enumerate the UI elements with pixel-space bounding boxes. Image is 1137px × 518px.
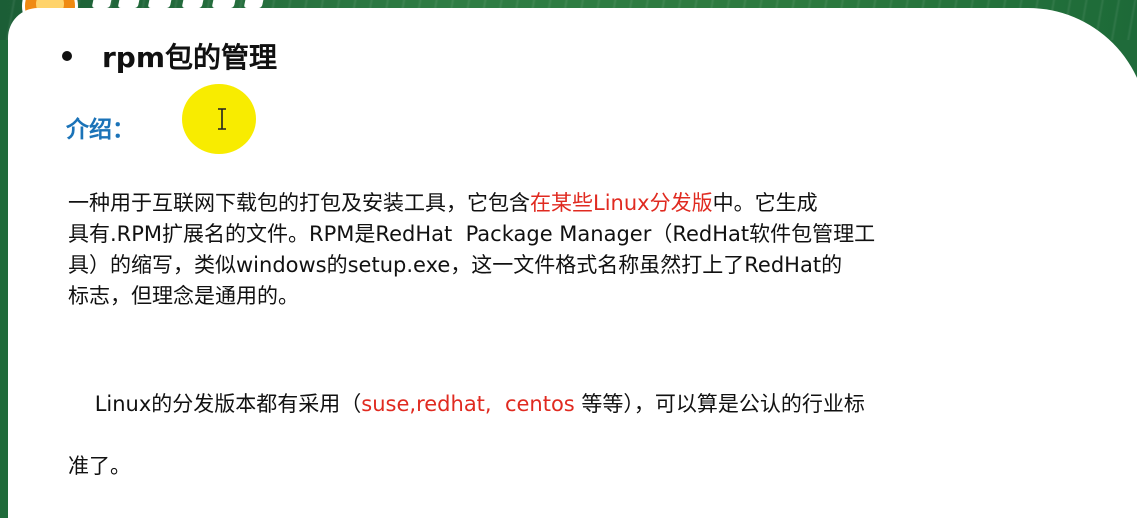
highlight-text: suse,redhat, centos	[361, 392, 575, 416]
intro-paragraph: 一种用于互联网下载包的打包及安装工具，它包含在某些Linux分发版中。它生成 具…	[68, 188, 1078, 312]
text-span: Linux的分发版本都有采用（	[94, 392, 362, 416]
text-span: 中。它生成	[712, 191, 818, 215]
bullet-icon	[62, 51, 72, 61]
text-cursor-icon	[218, 108, 226, 130]
paragraph-line: 准了。	[68, 454, 131, 478]
text-span: 等等），可以算是公认的行业标	[574, 392, 865, 416]
adoption-paragraph: Linux的分发版本都有采用（suse,redhat, centos 等等），可…	[68, 358, 1078, 482]
slide-heading: rpm包的管理	[102, 41, 278, 74]
intro-label: 介绍：	[66, 117, 135, 143]
paragraph-line: 具有.RPM扩展名的文件。RPM是RedHat Package Manager（…	[68, 222, 876, 246]
paragraph-line: 标志，但理念是通用的。	[68, 284, 299, 308]
highlight-text: 在某些Linux分发版	[530, 191, 713, 215]
paragraph-line: 一种用于互联网下载包的打包及安装工具，它包含在某些Linux分发版中。它生成	[68, 188, 1078, 219]
text-span: 一种用于互联网下载包的打包及安装工具，它包含	[68, 191, 530, 215]
paragraph-line: Linux的分发版本都有采用（suse,redhat, centos 等等），可…	[68, 358, 1078, 451]
heading-row: rpm包的管理	[62, 36, 277, 76]
paragraph-line: 具）的缩写，类似windows的setup.exe，这一文件格式名称虽然打上了R…	[68, 253, 843, 277]
